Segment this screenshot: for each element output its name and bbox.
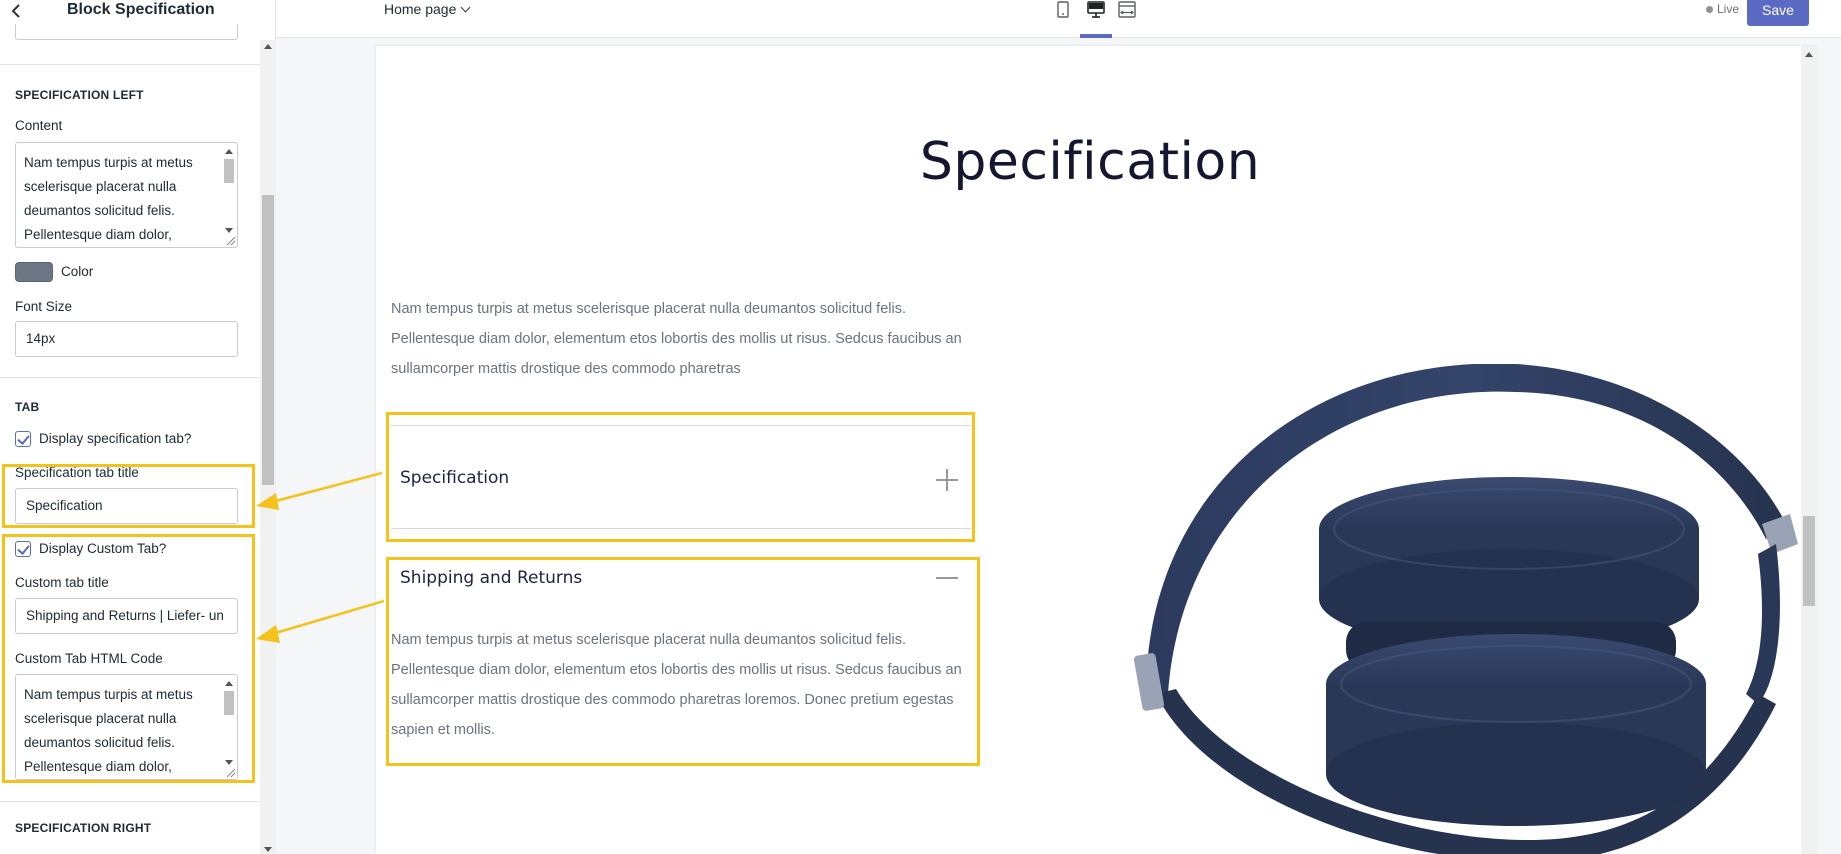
top-bar: Home page Live Save xyxy=(276,0,1841,38)
page-selector-dropdown[interactable]: Home page xyxy=(384,0,471,18)
previous-field-input[interactable] xyxy=(15,24,238,40)
sidebar-header: Block Specification xyxy=(0,0,276,24)
headphones-image xyxy=(1133,364,1798,854)
sidebar-title: Block Specification xyxy=(67,1,215,18)
color-swatch[interactable] xyxy=(15,262,53,282)
content-textarea[interactable]: Nam tempus turpis at metus scelerisque p… xyxy=(15,142,238,248)
section-divider xyxy=(0,377,260,378)
section-divider xyxy=(0,801,260,802)
content-label: Content xyxy=(15,118,63,133)
sidebar-scrollbar[interactable] xyxy=(260,40,276,854)
back-arrow-icon[interactable] xyxy=(8,2,26,20)
section-title-specification-right: SPECIFICATION RIGHT xyxy=(15,821,152,835)
mobile-icon[interactable] xyxy=(1053,0,1073,20)
section-title-specification-left: SPECIFICATION LEFT xyxy=(15,88,144,102)
content-textarea-value: Nam tempus turpis at metus scelerisque p… xyxy=(24,155,193,242)
live-status: Live xyxy=(1706,2,1739,16)
desktop-icon[interactable] xyxy=(1086,0,1106,20)
highlight-custom-tab-settings xyxy=(2,534,255,783)
color-label: Color xyxy=(61,264,94,279)
display-spec-tab-label: Display specification tab? xyxy=(39,431,192,446)
section-title-tab: TAB xyxy=(15,400,40,414)
save-button[interactable]: Save xyxy=(1747,0,1809,26)
textarea-scrollbar[interactable] xyxy=(223,145,235,233)
settings-sidebar: Block Specification SPECIFICATION LEFT C… xyxy=(0,0,276,854)
page-selector-label: Home page xyxy=(384,1,457,17)
display-spec-tab-checkbox[interactable] xyxy=(15,431,31,447)
specification-heading: Specification xyxy=(919,132,1261,192)
live-status-label: Live xyxy=(1717,2,1740,16)
intro-text: Nam tempus turpis at metus scelerisque p… xyxy=(391,301,962,377)
highlight-spec-tab xyxy=(386,412,975,542)
resize-grip-icon[interactable] xyxy=(227,237,235,245)
fullwidth-icon[interactable] xyxy=(1117,0,1137,20)
status-dot-icon xyxy=(1706,6,1713,13)
font-size-label: Font Size xyxy=(15,299,73,314)
preview-page: Specification Nam tempus turpis at metus… xyxy=(376,46,1816,854)
highlight-custom-tab xyxy=(386,557,980,766)
chevron-down-icon xyxy=(460,2,471,13)
highlight-spec-tab-title xyxy=(2,464,255,528)
font-size-input[interactable]: 14px xyxy=(15,321,238,357)
preview-scrollbar[interactable] xyxy=(1801,46,1817,854)
section-divider xyxy=(0,64,260,65)
